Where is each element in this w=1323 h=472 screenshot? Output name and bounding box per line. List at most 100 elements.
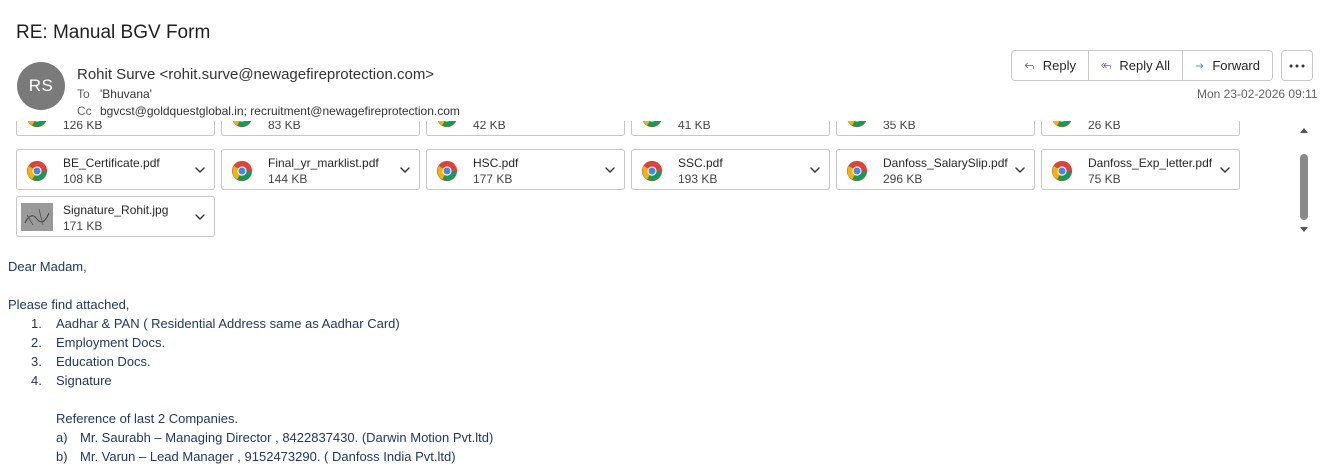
chevron-down-icon[interactable] bbox=[604, 164, 616, 176]
attachment-filename: Danfoss_Exp_letter.pdf bbox=[1088, 156, 1213, 170]
reference-list: a) Mr. Saurabh – Managing Director , 8422… bbox=[8, 428, 493, 466]
list-number: 3. bbox=[31, 354, 42, 369]
chevron-down-icon[interactable] bbox=[194, 121, 206, 122]
attachment-filename: Danfoss_SalarySlip.pdf bbox=[883, 156, 1008, 170]
attachment-filename: Final_yr_marklist.pdf bbox=[268, 156, 379, 170]
to-line: To 'Bhuvana' bbox=[77, 87, 152, 101]
chrome-pdf-icon bbox=[437, 121, 457, 128]
attachment-size: 26 KB bbox=[1088, 121, 1121, 132]
attachment-item[interactable]: Danfoss_Exp_letter.pdf 75 KB bbox=[1041, 149, 1240, 190]
attachment-item[interactable]: Final_yr_marklist.pdf 144 KB bbox=[221, 149, 420, 190]
list-text: Education Docs. bbox=[56, 354, 151, 369]
cc-line: Cc bgvcst@goldquestglobal.in; recruitment… bbox=[77, 104, 460, 118]
more-options-button[interactable] bbox=[1281, 50, 1313, 81]
scroll-thumb[interactable] bbox=[1300, 154, 1308, 220]
scroll-down-icon[interactable] bbox=[1298, 225, 1310, 235]
chevron-down-icon[interactable] bbox=[194, 211, 206, 223]
reference-letter: a) bbox=[56, 430, 68, 445]
greeting: Dear Madam, bbox=[8, 259, 87, 274]
cc-label: Cc bbox=[77, 104, 92, 118]
email-subject: RE: Manual BGV Form bbox=[16, 22, 211, 43]
attachment-summary-list: 1. Aadhar & PAN ( Residential Address sam… bbox=[8, 314, 400, 390]
attachment-item[interactable]: Signature_Rohit.jpg 171 KB bbox=[16, 196, 215, 237]
to-recipient[interactable]: 'Bhuvana' bbox=[100, 87, 152, 101]
attachment-size: 144 KB bbox=[268, 172, 308, 186]
attachment-size: 83 KB bbox=[268, 121, 301, 132]
attachment-item[interactable]: BE_Certificate.pdf 108 KB bbox=[16, 149, 215, 190]
attachment-size: 42 KB bbox=[473, 121, 506, 132]
reply-all-button[interactable]: Reply All bbox=[1089, 51, 1183, 80]
attachment-size: 108 KB bbox=[63, 172, 103, 186]
forward-button[interactable]: Forward bbox=[1183, 51, 1272, 80]
cc-recipients[interactable]: bgvcst@goldquestglobal.in; recruitment@n… bbox=[100, 104, 460, 118]
chrome-pdf-icon bbox=[1052, 121, 1072, 128]
forward-label: Forward bbox=[1212, 58, 1260, 73]
attachment-item[interactable]: 83 KB bbox=[221, 121, 420, 136]
attachment-filename: Signature_Rohit.jpg bbox=[63, 203, 169, 217]
email-body: Dear Madam, Please find attached, 1. Aadh… bbox=[8, 257, 493, 466]
attachment-item[interactable]: 35 KB bbox=[836, 121, 1035, 136]
chrome-pdf-icon bbox=[1051, 160, 1073, 182]
attachment-size: 75 KB bbox=[1088, 172, 1121, 186]
attachment-item[interactable]: 42 KB bbox=[426, 121, 625, 136]
chevron-down-icon[interactable] bbox=[1219, 121, 1231, 122]
attachment-size: 177 KB bbox=[473, 172, 513, 186]
scroll-up-icon[interactable] bbox=[1298, 125, 1310, 135]
chrome-pdf-icon bbox=[231, 160, 253, 182]
image-thumbnail-icon bbox=[21, 203, 53, 231]
chrome-pdf-icon bbox=[26, 160, 48, 182]
attachment-size: 296 KB bbox=[883, 172, 923, 186]
reference-item: a) Mr. Saurabh – Managing Director , 8422… bbox=[8, 428, 493, 447]
attachment-filename: HSC.pdf bbox=[473, 156, 519, 170]
chevron-down-icon[interactable] bbox=[604, 121, 616, 122]
attachment-item[interactable]: 126 KB bbox=[16, 121, 215, 136]
attachment-size: 35 KB bbox=[883, 121, 916, 132]
reply-label: Reply bbox=[1042, 58, 1076, 73]
attachment-item[interactable]: 26 KB bbox=[1041, 121, 1240, 136]
attachment-item[interactable]: 41 KB bbox=[631, 121, 830, 136]
chevron-down-icon[interactable] bbox=[809, 164, 821, 176]
reference-text: Mr. Saurabh – Managing Director , 842283… bbox=[80, 430, 494, 445]
attachment-item[interactable]: HSC.pdf 177 KB bbox=[426, 149, 625, 190]
attachments-scrollbar[interactable] bbox=[1298, 124, 1312, 236]
list-text: Signature bbox=[56, 373, 112, 388]
reference-heading: Reference of last 2 Companies. bbox=[56, 411, 239, 426]
chevron-down-icon[interactable] bbox=[1014, 164, 1026, 176]
chevron-down-icon[interactable] bbox=[1014, 121, 1026, 122]
chevron-down-icon[interactable] bbox=[399, 121, 411, 122]
attachment-size: 41 KB bbox=[678, 121, 711, 132]
chrome-pdf-icon bbox=[642, 121, 662, 128]
attachment-item[interactable]: Danfoss_SalarySlip.pdf 296 KB bbox=[836, 149, 1035, 190]
chrome-pdf-icon bbox=[846, 160, 868, 182]
chevron-down-icon[interactable] bbox=[1219, 164, 1231, 176]
attachment-size: 171 KB bbox=[63, 219, 103, 233]
attachment-item[interactable]: SSC.pdf 193 KB bbox=[631, 149, 830, 190]
reply-all-icon bbox=[1101, 62, 1112, 69]
chrome-pdf-icon bbox=[27, 121, 47, 128]
chrome-pdf-icon bbox=[436, 160, 458, 182]
reply-all-label: Reply All bbox=[1119, 58, 1170, 73]
reply-actions: Reply Reply All Forward bbox=[1011, 50, 1273, 81]
avatar: RS bbox=[17, 62, 65, 110]
reference-letter: b) bbox=[56, 449, 68, 464]
sender-name[interactable]: Rohit Surve <rohit.surve@newagefireprote… bbox=[77, 66, 434, 83]
attachment-filename: SSC.pdf bbox=[678, 156, 723, 170]
list-text: Aadhar & PAN ( Residential Address same … bbox=[56, 316, 400, 331]
more-icon bbox=[1289, 64, 1305, 67]
reference-item: b) Mr. Varun – Lead Manager , 9152473290.… bbox=[8, 447, 456, 466]
chevron-down-icon[interactable] bbox=[399, 164, 411, 176]
chrome-pdf-icon bbox=[847, 121, 867, 128]
reference-text: Mr. Varun – Lead Manager , 9152473290. (… bbox=[80, 449, 456, 464]
list-number: 4. bbox=[31, 373, 42, 388]
sent-date: Mon 23-02-2026 09:11 bbox=[1197, 87, 1318, 101]
list-number: 2. bbox=[31, 335, 42, 350]
list-item: 3. Education Docs. bbox=[8, 352, 238, 371]
reply-button[interactable]: Reply bbox=[1012, 51, 1089, 80]
attachment-list: 126 KB 83 KB 42 KB 41 KB 35 KB 26 KB BE_Certif… bbox=[0, 121, 1296, 241]
list-number: 1. bbox=[31, 316, 42, 331]
chevron-down-icon[interactable] bbox=[809, 121, 821, 122]
chevron-down-icon[interactable] bbox=[194, 164, 206, 176]
attachment-filename: BE_Certificate.pdf bbox=[63, 156, 160, 170]
intro-line: Please find attached, bbox=[8, 297, 130, 312]
reply-icon bbox=[1024, 62, 1034, 69]
